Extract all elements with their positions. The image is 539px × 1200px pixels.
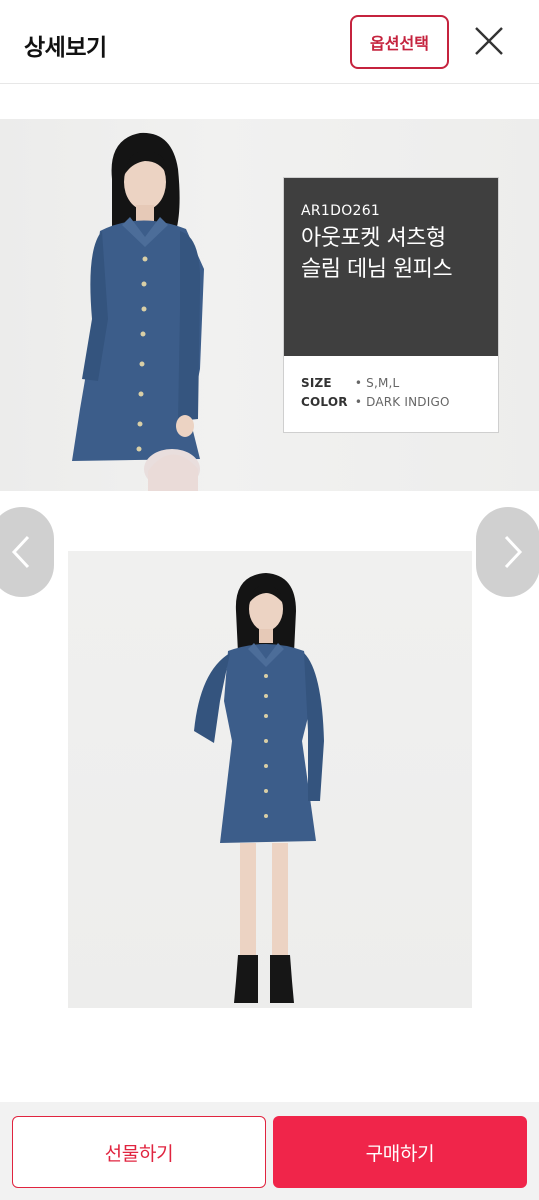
option-select-button[interactable]: 옵션선택 <box>350 15 449 69</box>
size-spec: SIZE • S,M,L <box>301 376 399 390</box>
product-title-panel: AR1DO261 아웃포켓 셔츠형 슬림 데님 원피스 <box>284 178 498 356</box>
product-code: AR1DO261 <box>301 203 381 219</box>
size-label: SIZE <box>301 376 332 390</box>
chevron-left-icon <box>11 535 30 569</box>
color-label: COLOR <box>301 395 348 409</box>
header-bar: 상세보기 옵션선택 <box>0 0 539 84</box>
next-image-button[interactable] <box>476 507 539 597</box>
buy-button[interactable]: 구매하기 <box>273 1116 527 1188</box>
page-title: 상세보기 <box>24 35 107 61</box>
product-name: 아웃포켓 셔츠형 슬림 데님 원피스 <box>301 223 497 285</box>
model-photo-2 <box>194 573 324 1003</box>
close-icon[interactable] <box>470 22 508 60</box>
chevron-right-icon <box>504 535 523 569</box>
product-name-line1: 아웃포켓 셔츠형 <box>301 226 446 251</box>
prev-image-button[interactable] <box>0 507 54 597</box>
color-spec: COLOR • DARK INDIGO <box>301 395 450 409</box>
product-image-secondary <box>68 551 472 1008</box>
product-name-line2: 슬림 데님 원피스 <box>301 257 453 282</box>
product-info-card: AR1DO261 아웃포켓 셔츠형 슬림 데님 원피스 SIZE • S,M,L… <box>283 177 499 433</box>
color-value: • DARK INDIGO <box>354 395 450 409</box>
gift-button[interactable]: 선물하기 <box>12 1116 266 1188</box>
size-value: • S,M,L <box>354 376 400 390</box>
